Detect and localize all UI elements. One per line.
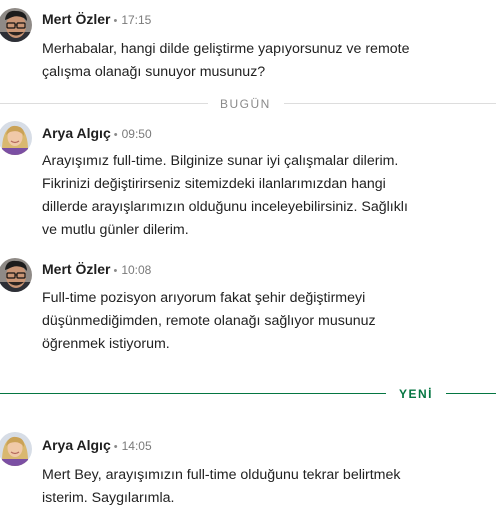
message-body: Arayışımız full-time. Bilginize sunar iy… [42,150,482,242]
divider-label: BUGÜN [220,97,271,111]
message-line: öğrenmek istiyorum. [42,336,170,352]
separator-dot: • [113,15,118,27]
message-header: Mert Özler • 10:08 [42,260,151,280]
avatar-photo-woman-blonde-icon [0,121,32,155]
message-line: Merhabalar, hangi dilde geliştirme yapıy… [42,41,410,57]
avatar-mert-ozler[interactable] [0,8,32,42]
message-line: Full-time pozisyon arıyorum fakat şehir … [42,290,366,306]
message-body: Full-time pozisyon arıyorum fakat şehir … [42,287,482,356]
date-divider-today: BUGÜN [0,95,496,113]
avatar-photo-man-glasses-icon [0,8,32,42]
author-name[interactable]: Arya Algıç [42,125,111,141]
divider-line [446,393,496,394]
message-body: Mert Bey, arayışımızın full-time olduğun… [42,464,482,510]
message-header: Arya Algıç • 09:50 [42,124,152,144]
message-body: Merhabalar, hangi dilde geliştirme yapıy… [42,38,482,84]
new-messages-divider: YENİ [0,385,496,403]
message-header: Arya Algıç • 14:05 [42,436,152,456]
message-line: Fikrinizi değiştirirseniz sitemizdeki il… [42,176,386,192]
author-name[interactable]: Mert Özler [42,11,110,27]
message-time: 10:08 [121,263,152,277]
message-line: düşünmediğimden, remote olanağı sağlıyor… [42,313,376,329]
avatar-arya-algic[interactable] [0,121,32,155]
message-line: isterim. Saygılarımla. [42,490,175,506]
divider-line [284,103,496,104]
message-line: çalışma olanağı sunuyor musunuz? [42,64,266,80]
author-name[interactable]: Mert Özler [42,261,110,277]
message-time: 09:50 [121,127,152,141]
message-line: Mert Bey, arayışımızın full-time olduğun… [42,467,401,483]
message-time: 17:15 [121,13,152,27]
avatar-arya-algic[interactable] [0,432,32,466]
separator-dot: • [113,129,118,141]
message-line: ve mutlu günler dilerim. [42,222,189,238]
divider-line [0,393,386,394]
author-name[interactable]: Arya Algıç [42,437,111,453]
avatar-photo-woman-blonde-icon [0,432,32,466]
message-header: Mert Özler • 17:15 [42,10,151,30]
avatar-photo-man-glasses-icon [0,258,32,292]
divider-line [0,103,208,104]
message-line: dillerde arayışlarımızın olduğunu incele… [42,199,408,215]
message-time: 14:05 [121,439,152,453]
avatar-mert-ozler[interactable] [0,258,32,292]
separator-dot: • [113,265,118,277]
divider-label: YENİ [399,387,434,401]
separator-dot: • [113,441,118,453]
message-line: Arayışımız full-time. Bilginize sunar iy… [42,153,399,169]
